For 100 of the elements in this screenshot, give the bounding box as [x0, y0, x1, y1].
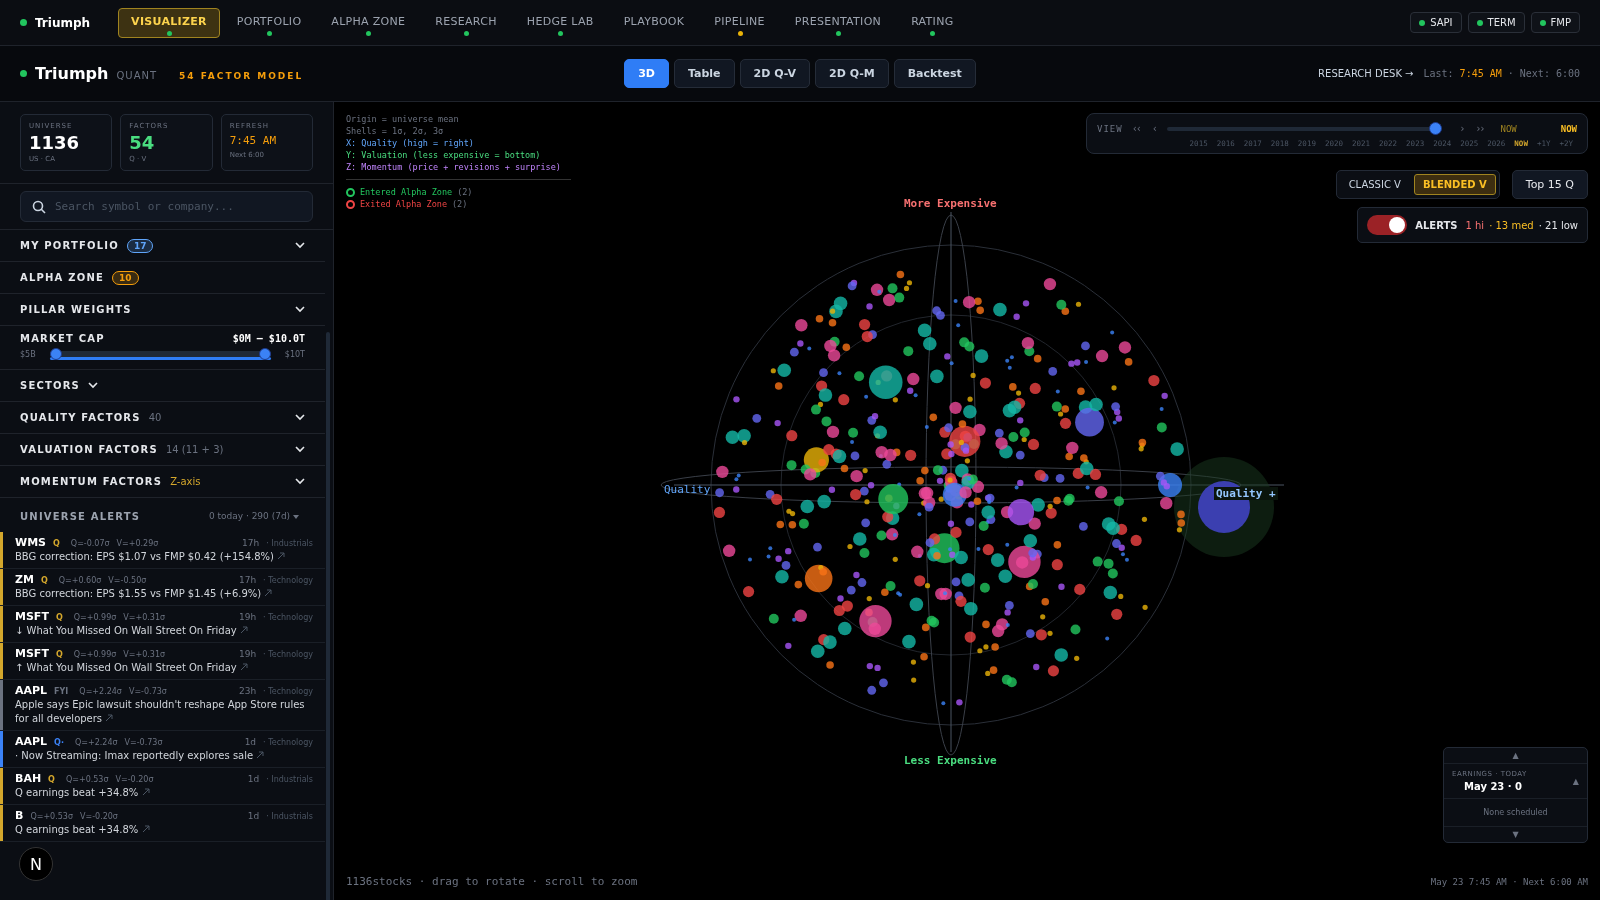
alert-text[interactable]: Q earnings beat +34.8% [15, 823, 313, 837]
chevron-down-icon[interactable] [295, 306, 305, 313]
next-button[interactable]: › [1458, 123, 1467, 134]
range-slider[interactable] [49, 348, 271, 361]
empty-message: None scheduled [1444, 799, 1587, 827]
alerts-title: UNIVERSE ALERTS [20, 510, 141, 522]
now-button[interactable]: NOW [1494, 122, 1523, 135]
service-status-button[interactable]: TERM [1467, 12, 1525, 33]
view-tab[interactable]: Backtest [893, 59, 976, 88]
alert-v-score: V=+0.31σ [123, 613, 166, 622]
nav-tab[interactable]: PIPELINE [701, 7, 778, 38]
alert-age: 17h [242, 538, 260, 548]
last-button[interactable]: ›› [1474, 123, 1487, 134]
top-quality-button[interactable]: Top 15 Q [1511, 170, 1588, 199]
alert-tag: Q [55, 650, 63, 659]
alert-ticker: AAPL [15, 684, 48, 697]
chevron-down-icon[interactable] [295, 242, 305, 249]
alert-text[interactable]: Apple says Epic lawsuit shouldn't reshape App Store rules for all developers [15, 698, 313, 726]
scroll-up-button[interactable]: ▲ [1444, 748, 1587, 763]
alert-v-score: V=-0.73σ [128, 687, 167, 696]
alert-sector: · Technology [263, 650, 313, 659]
nav-tab[interactable]: VISUALIZER [118, 7, 220, 38]
status-hint: 1136stocks · drag to rotate · scroll to zoom [346, 875, 638, 888]
external-link-icon[interactable] [256, 751, 265, 759]
external-link-icon[interactable] [105, 714, 114, 722]
count-badge: 10 [112, 270, 139, 285]
alert-text[interactable]: Q earnings beat +34.8% [15, 786, 313, 800]
alerts-label: ALERTS [1415, 219, 1458, 231]
last-label: Last: [1423, 68, 1454, 79]
stat-value: 54 [129, 132, 156, 153]
alert-text[interactable]: BBG correction: EPS $1.55 vs FMP $1.45 (+6.9%) [15, 587, 313, 601]
alert-tag: Q [55, 613, 63, 622]
model-label: 54 FACTOR MODEL [179, 71, 304, 81]
nav-tab[interactable]: HEDGE LAB [513, 7, 607, 38]
alert-tag: Q· [54, 738, 64, 747]
nav-tab[interactable]: PLAYBOOK [610, 7, 698, 38]
alert-q-score: Q=+2.24σ [74, 738, 118, 747]
chevron-down-icon[interactable] [295, 446, 305, 453]
previous-button[interactable]: ‹ [1150, 123, 1159, 134]
chevron-down-icon[interactable] [88, 382, 98, 389]
nav-tab[interactable]: ALPHA ZONE [318, 7, 419, 38]
alert-ticker: BAH [15, 772, 42, 785]
section-label: VALUATION FACTORS [20, 444, 158, 455]
alert-tag: Q [40, 576, 48, 585]
alert-sector: · Industrials [266, 812, 313, 821]
alert-text[interactable]: ↓ What You Missed On Wall Street On Friday [15, 624, 313, 638]
legend-line: X: Quality (high = right) [346, 138, 475, 148]
current-period: NOW [1559, 123, 1577, 134]
alert-text[interactable]: ↑ What You Missed On Wall Street On Friday [15, 661, 313, 675]
view-tab[interactable]: Table [673, 59, 735, 88]
alert-sector: · Technology [263, 576, 313, 585]
valuation-mode-button[interactable]: BLENDED V [1413, 174, 1496, 195]
legend-line: Y: Valuation (less expensive = bottom) [346, 150, 542, 160]
view-tab[interactable]: 2D Q-M [815, 59, 889, 88]
first-button[interactable]: ‹‹ [1130, 123, 1143, 134]
nav-tab[interactable]: PRESENTATION [781, 7, 895, 38]
alert-v-score: V=+0.31σ [123, 650, 166, 659]
section-label: MOMENTUM FACTORS [20, 476, 163, 487]
service-status-button[interactable]: FMP [1530, 12, 1580, 33]
dev-badge[interactable]: N [19, 847, 53, 881]
alert-ticker: AAPL [15, 735, 48, 748]
section-note: Z-axis [170, 476, 201, 487]
last-time: 7:45 AM [1459, 68, 1502, 79]
research-desk-link[interactable]: RESEARCH DESK → [1318, 68, 1414, 79]
external-link-icon[interactable] [141, 825, 150, 833]
alert-ticker: MSFT [15, 610, 49, 623]
axis-label: More Expensive [904, 197, 997, 210]
valuation-mode-button[interactable]: CLASSIC V [1339, 174, 1410, 195]
legend-line: Shells = 1σ, 2σ, 3σ [346, 126, 445, 136]
view-tab[interactable]: 2D Q-V [739, 59, 810, 88]
service-status-button[interactable]: SAPI [1410, 12, 1462, 33]
alert-age: 23h [238, 686, 257, 696]
scroll-down-button[interactable]: ▼ [1444, 827, 1587, 842]
alert-text[interactable]: · Now Streaming: Imax reportedly explores sale [15, 749, 313, 763]
section-label: ALPHA ZONE [20, 272, 104, 283]
external-link-icon[interactable] [277, 552, 286, 560]
alerts-filter-dropdown[interactable]: 0 today · 290 (7d) [202, 510, 305, 522]
chevron-down-icon[interactable] [295, 478, 305, 485]
alert-q-score: Q=+0.53σ [30, 812, 73, 821]
external-link-icon[interactable] [239, 663, 248, 671]
alerts-low-count: · 21 low [1538, 219, 1578, 231]
nav-tab[interactable]: RATING [898, 7, 967, 38]
range-value: $0M – $10.0T [232, 333, 305, 344]
view-tab[interactable]: 3D [624, 59, 669, 88]
external-link-icon[interactable] [141, 788, 150, 796]
nav-tab[interactable]: RESEARCH [422, 7, 510, 38]
alert-sector: · Technology [263, 613, 313, 622]
chevron-down-icon[interactable] [295, 414, 305, 421]
alert-v-score: V=-0.20σ [115, 775, 154, 784]
section-label: MY PORTFOLIO [20, 240, 119, 251]
nav-tab[interactable]: PORTFOLIO [223, 7, 315, 38]
alert-sector: · Technology [263, 687, 313, 696]
external-link-icon[interactable] [239, 626, 248, 634]
alerts-toggle[interactable] [1367, 215, 1408, 235]
status-dot [20, 70, 27, 77]
collapse-button[interactable]: ▲ [1572, 776, 1579, 786]
timeline-label: VIEW [1097, 123, 1123, 134]
external-link-icon[interactable] [264, 589, 273, 597]
brand-title: Triumph [35, 64, 109, 83]
alert-text[interactable]: BBG correction: EPS $1.07 vs FMP $0.42 (+154.8%) [15, 550, 313, 564]
